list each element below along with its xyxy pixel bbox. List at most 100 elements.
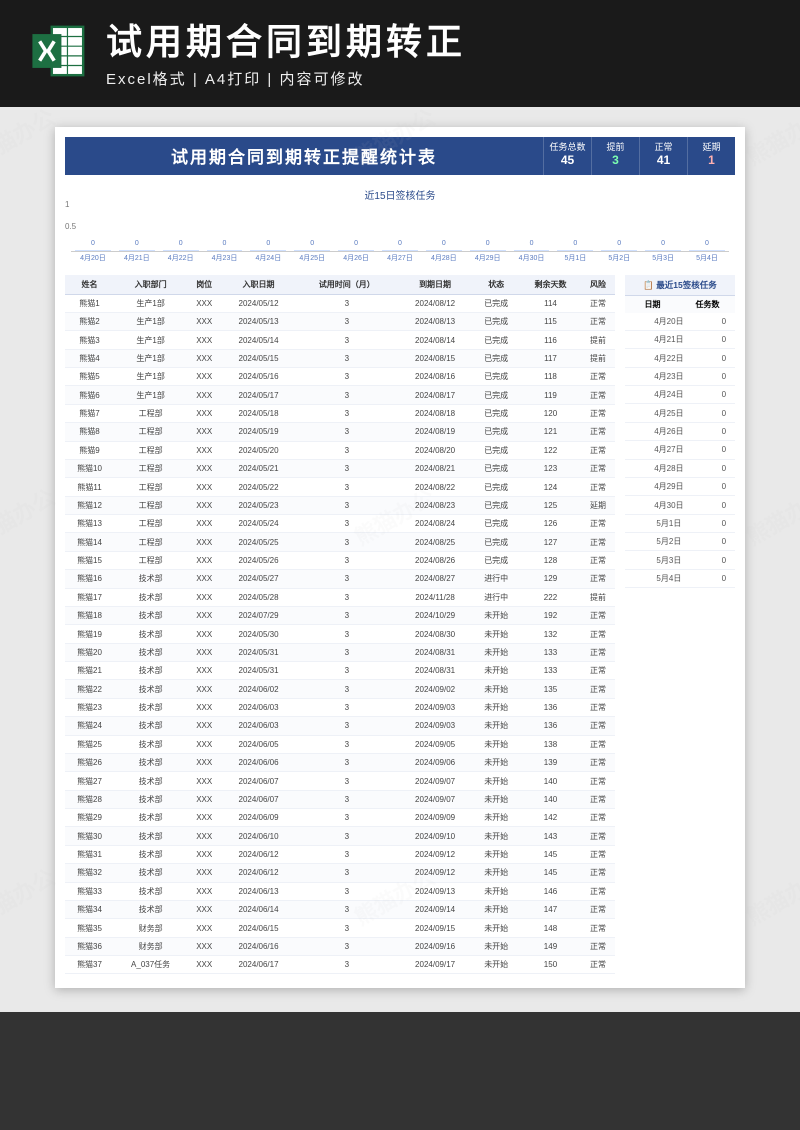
cell: 熊猫34	[65, 900, 114, 918]
risk-cell: 正常	[581, 845, 615, 863]
cell: 2024/05/30	[221, 625, 296, 643]
cell: 3	[296, 662, 398, 680]
cell: 熊猫6	[65, 386, 114, 404]
cell: 2024/05/23	[221, 496, 296, 514]
cell: 3	[296, 680, 398, 698]
cell: 2024/08/16	[398, 368, 473, 386]
cell: 3	[296, 753, 398, 771]
banner-stat: 延期1	[687, 137, 735, 175]
table-row: 熊猫28技术部XXX2024/06/0732024/09/07未开始140正常	[65, 790, 615, 808]
cell: 财务部	[114, 937, 187, 955]
cell: 熊猫23	[65, 698, 114, 716]
cell: 2024/05/31	[221, 662, 296, 680]
cell: 2024/05/31	[221, 643, 296, 661]
risk-cell: 正常	[581, 459, 615, 477]
cell: 139	[520, 753, 581, 771]
table-row: 熊猫1生产1部XXX2024/05/1232024/08/12已完成114正常	[65, 294, 615, 312]
cell: 116	[520, 331, 581, 349]
cell: XXX	[187, 294, 221, 312]
risk-cell: 正常	[581, 551, 615, 569]
side-header: 📋 最近15签核任务	[625, 275, 735, 296]
main-table: 姓名入职部门岗位入职日期试用时间（月）到期日期状态剩余天数风险 熊猫1生产1部X…	[65, 275, 615, 975]
cell: 熊猫28	[65, 790, 114, 808]
y-tick: 0.5	[65, 222, 76, 231]
side-table: 4月20日04月21日04月22日04月23日04月24日04月25日04月26…	[625, 313, 735, 589]
side-cell: 4月21日	[625, 330, 713, 348]
cell: 生产1部	[114, 349, 187, 367]
cell: 工程部	[114, 533, 187, 551]
table-row: 熊猫30技术部XXX2024/06/1032024/09/10未开始143正常	[65, 827, 615, 845]
x-tick: 4月24日	[246, 253, 290, 263]
side-cell: 0	[713, 313, 735, 331]
cell: 140	[520, 790, 581, 808]
cell: XXX	[187, 551, 221, 569]
side-cell: 4月24日	[625, 386, 713, 404]
cell: 2024/09/14	[398, 900, 473, 918]
side-cell: 4月29日	[625, 477, 713, 495]
status-cell: 已完成	[472, 312, 520, 330]
cell: XXX	[187, 570, 221, 588]
cell: 3	[296, 809, 398, 827]
cell: 2024/05/16	[221, 368, 296, 386]
side-cell: 4月22日	[625, 349, 713, 367]
table-row: 熊猫20技术部XXX2024/05/3132024/08/31未开始133正常	[65, 643, 615, 661]
cell: 熊猫32	[65, 864, 114, 882]
side-cell: 4月28日	[625, 459, 713, 477]
status-cell: 未开始	[472, 790, 520, 808]
status-cell: 未开始	[472, 827, 520, 845]
risk-cell: 正常	[581, 827, 615, 845]
cell: 2024/05/25	[221, 533, 296, 551]
cell: XXX	[187, 423, 221, 441]
x-tick: 5月4日	[685, 253, 729, 263]
spreadsheet: 试用期合同到期转正提醒统计表 任务总数45提前3正常41延期1 近15日签核任务…	[55, 127, 745, 989]
banner-stat: 正常41	[639, 137, 687, 175]
status-cell: 未开始	[472, 753, 520, 771]
cell: 熊猫25	[65, 735, 114, 753]
table-row: 熊猫9工程部XXX2024/05/2032024/08/20已完成122正常	[65, 441, 615, 459]
x-tick: 5月2日	[597, 253, 641, 263]
risk-cell: 正常	[581, 441, 615, 459]
cell: 2024/08/15	[398, 349, 473, 367]
side-row: 4月26日0	[625, 422, 735, 440]
cell: 2024/09/12	[398, 864, 473, 882]
cell: 2024/09/13	[398, 882, 473, 900]
cell: 熊猫4	[65, 349, 114, 367]
side-row: 4月21日0	[625, 330, 735, 348]
cell: XXX	[187, 312, 221, 330]
side-cell: 0	[713, 569, 735, 587]
cell: 136	[520, 698, 581, 716]
cell: 熊猫14	[65, 533, 114, 551]
side-subheader: 日期 任务数	[625, 296, 735, 313]
side-cell: 0	[713, 477, 735, 495]
cell: 2024/08/23	[398, 496, 473, 514]
cell: 熊猫33	[65, 882, 114, 900]
cell: 2024/09/10	[398, 827, 473, 845]
table-row: 熊猫10工程部XXX2024/05/2132024/08/21已完成123正常	[65, 459, 615, 477]
col-header: 到期日期	[398, 275, 473, 295]
title-banner: 试用期合同到期转正提醒统计表 任务总数45提前3正常41延期1	[65, 137, 735, 175]
cell: XXX	[187, 606, 221, 624]
cell: 128	[520, 551, 581, 569]
chart-area: 近15日签核任务 1 0.5 000000000000000 4月20日4月21…	[65, 183, 735, 265]
cell: 熊猫35	[65, 919, 114, 937]
cell: 工程部	[114, 404, 187, 422]
side-cell: 0	[713, 514, 735, 532]
cell: 技术部	[114, 625, 187, 643]
side-row: 5月4日0	[625, 569, 735, 587]
cell: 2024/06/12	[221, 845, 296, 863]
cell: 2024/09/12	[398, 845, 473, 863]
cell: 技术部	[114, 662, 187, 680]
cell: 熊猫13	[65, 515, 114, 533]
risk-cell: 正常	[581, 386, 615, 404]
banner-stat: 任务总数45	[543, 137, 591, 175]
cell: 3	[296, 478, 398, 496]
cell: 3	[296, 772, 398, 790]
cell: 2024/06/17	[221, 956, 296, 974]
cell: 熊猫21	[65, 662, 114, 680]
cell: 熊猫18	[65, 606, 114, 624]
cell: 136	[520, 717, 581, 735]
table-row: 熊猫35财务部XXX2024/06/1532024/09/15未开始148正常	[65, 919, 615, 937]
chart-x-axis: 4月20日4月21日4月22日4月23日4月24日4月25日4月26日4月27日…	[71, 253, 729, 263]
sheet-container: 试用期合同到期转正提醒统计表 任务总数45提前3正常41延期1 近15日签核任务…	[0, 107, 800, 1013]
cell: 147	[520, 900, 581, 918]
